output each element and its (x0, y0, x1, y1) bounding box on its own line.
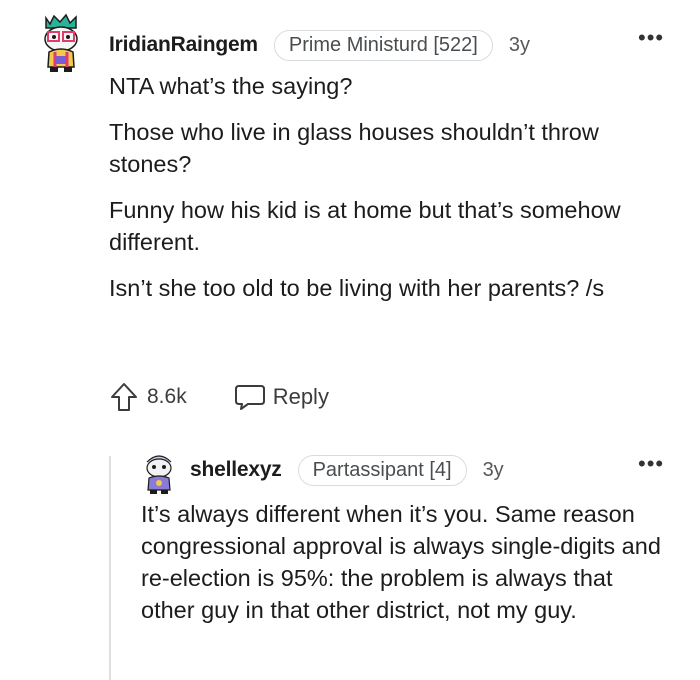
more-options-button[interactable]: ••• (638, 25, 665, 50)
comment-body: NTA what’s the saying? Those who live in… (109, 70, 679, 318)
avatar[interactable] (36, 12, 86, 74)
timestamp[interactable]: 3y (483, 459, 504, 482)
comment-thread: IridianRaingem Prime Ministurd [522] 3y … (0, 0, 700, 680)
ellipsis-icon: ••• (638, 25, 665, 50)
more-options-button[interactable]: ••• (638, 451, 665, 476)
reply-body: It’s always different when it’s you. Sam… (141, 498, 661, 626)
timestamp[interactable]: 3y (509, 34, 530, 57)
user-flair: Prime Ministurd [522] (273, 29, 493, 61)
comment-meta: IridianRaingem Prime Ministurd [522] 3y (109, 28, 530, 62)
reply-label: Reply (272, 384, 329, 409)
comment-paragraph: NTA what’s the saying? (109, 73, 353, 99)
snoo-avatar-icon (44, 13, 78, 72)
speech-bubble-icon (234, 385, 265, 410)
ellipsis-icon: ••• (638, 451, 665, 476)
reply-button[interactable]: Reply (233, 382, 329, 412)
upvote-arrow-icon (111, 383, 137, 411)
user-flair: Partassipant [4] (297, 454, 467, 486)
snoo-avatar-icon (146, 455, 172, 494)
avatar[interactable] (141, 450, 177, 496)
comment-paragraph: Isn’t she too old to be living with her … (109, 275, 605, 301)
comment-actions: 8.6k Reply (109, 378, 329, 416)
thread-line[interactable] (109, 456, 111, 680)
reply-meta: shellexyz Partassipant [4] 3y (190, 453, 504, 487)
username-link[interactable]: IridianRaingem (109, 33, 258, 57)
comment-paragraph: Funny how his kid is at home but that’s … (109, 197, 621, 255)
username-link[interactable]: shellexyz (190, 458, 282, 482)
comment-paragraph: It’s always different when it’s you. Sam… (141, 501, 661, 623)
comment-paragraph: Those who live in glass houses shouldn’t… (109, 119, 599, 177)
vote-count: 8.6k (147, 385, 187, 408)
upvote-button[interactable]: 8.6k (109, 381, 187, 413)
